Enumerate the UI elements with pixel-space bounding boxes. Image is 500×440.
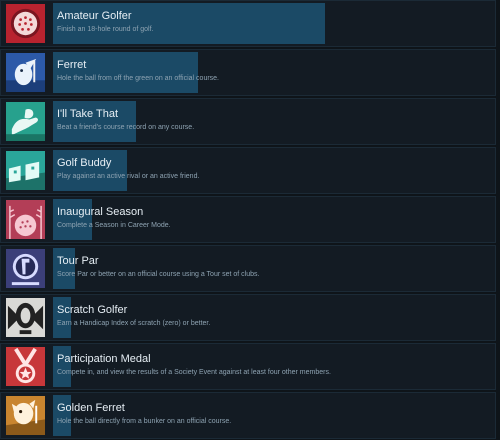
golf-ball-icon [6, 4, 45, 43]
achievement-description: Hole the ball directly from a bunker on … [57, 418, 232, 425]
achievement-title: Amateur Golfer [57, 10, 132, 22]
golden-ferret-icon [6, 396, 45, 435]
achievement-row[interactable]: I'll Take That Beat a friend's course re… [0, 98, 496, 145]
achievement-row[interactable]: Participation Medal Compete in, and view… [0, 343, 496, 390]
achievement-row[interactable]: Ferret Hole the ball from off the green … [0, 49, 496, 96]
buddies-icon [6, 151, 45, 190]
achievement-row[interactable]: Scratch Golfer Earn a Handicap Index of … [0, 294, 496, 341]
season-ball-icon [6, 200, 45, 239]
achievement-row[interactable]: Tour Par Score Par or better on an offic… [0, 245, 496, 292]
achievement-list: Amateur Golfer Finish an 18-hole round o… [0, 0, 500, 440]
achievement-title: I'll Take That [57, 108, 119, 120]
achievement-row[interactable]: Golden Ferret Hole the ball directly fro… [0, 392, 496, 439]
achievement-description: Complete a Season in Career Mode. [57, 222, 171, 229]
achievement-row[interactable]: Amateur Golfer Finish an 18-hole round o… [0, 0, 496, 47]
achievement-title: Golf Buddy [57, 157, 112, 169]
achievement-title: Participation Medal [57, 353, 151, 365]
achievement-title: Scratch Golfer [57, 304, 128, 316]
achievement-description: Compete in, and view the results of a So… [57, 369, 331, 376]
achievement-description: Play against an active rival or an activ… [57, 173, 200, 180]
achievement-description: Finish an 18-hole round of golf. [57, 26, 154, 33]
achievement-description: Hole the ball from off the green on an o… [57, 75, 220, 82]
achievement-row[interactable]: Golf Buddy Play against an active rival … [0, 147, 496, 194]
achievement-description: Earn a Handicap Index of scratch (zero) … [57, 320, 211, 327]
hand-grab-icon [6, 102, 45, 141]
achievement-description: Beat a friend's course record on any cou… [57, 124, 195, 131]
achievement-title: Golden Ferret [57, 402, 125, 414]
achievement-title: Ferret [57, 59, 87, 71]
achievement-title: Tour Par [57, 255, 99, 267]
ferret-icon [6, 53, 45, 92]
achievement-description: Score Par or better on an official cours… [57, 271, 260, 278]
achievement-title: Inaugural Season [57, 206, 144, 218]
achievement-row[interactable]: Inaugural Season Complete a Season in Ca… [0, 196, 496, 243]
scratch-zero-icon [6, 298, 45, 337]
tour-par-icon [6, 249, 45, 288]
medal-icon [6, 347, 45, 386]
